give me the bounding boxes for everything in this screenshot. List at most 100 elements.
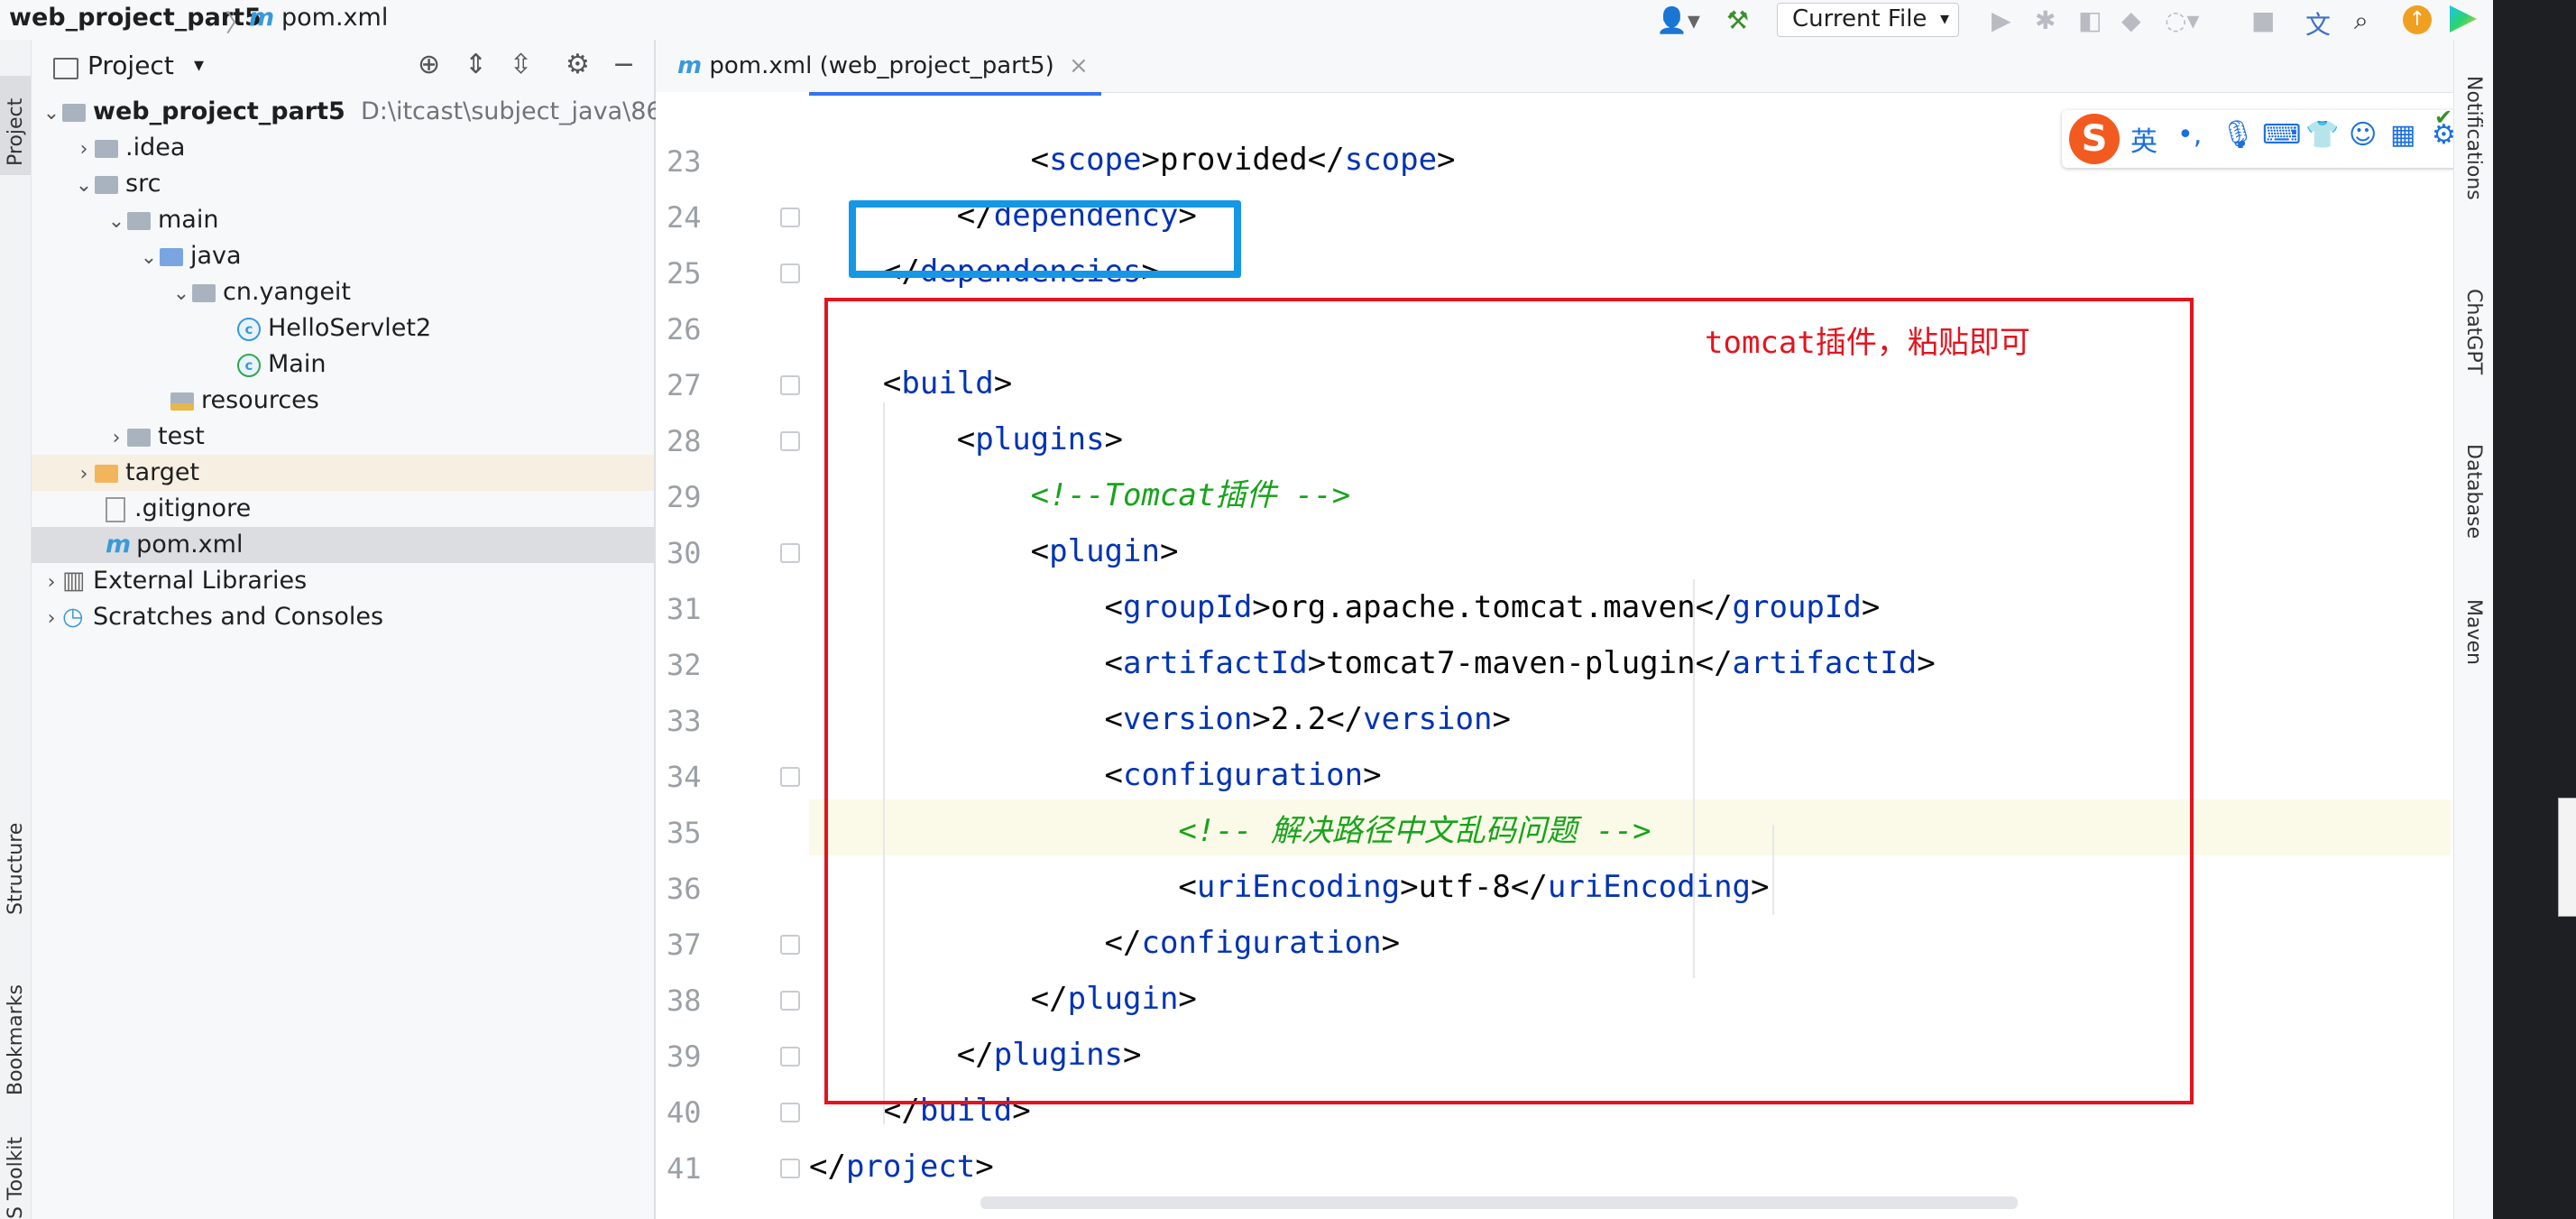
expand-all-icon[interactable]: ⇕ — [465, 49, 487, 80]
highlight-box-build — [824, 298, 2194, 1104]
keyboard-icon[interactable]: ⌨ — [2262, 119, 2301, 151]
fold-marker-icon[interactable] — [780, 767, 800, 787]
minimize-icon[interactable]: − — [612, 49, 635, 80]
ime-punctuation[interactable]: •, — [2177, 119, 2202, 151]
coverage-icon[interactable]: ◧ — [2078, 5, 2102, 35]
fold-marker-icon[interactable] — [780, 1103, 800, 1122]
chevron-down-icon[interactable]: ⌄ — [41, 96, 62, 132]
ime-language[interactable]: 英 — [2130, 119, 2157, 159]
emoji-icon[interactable]: ☺ — [2349, 119, 2377, 151]
folder-icon — [95, 139, 118, 158]
code-tag: scope — [1049, 142, 1142, 178]
tree-item-java[interactable]: ⌄ java — [32, 238, 654, 274]
editor-tab-bar: m pom.xml (web_project_part5) × ⋮ — [656, 40, 2492, 96]
line-number: 28 — [667, 424, 702, 458]
chevron-down-icon[interactable]: ⌄ — [73, 168, 95, 204]
update-icon[interactable]: ↑ — [2403, 5, 2432, 34]
breadcrumb-project[interactable]: web_project_part5 — [9, 4, 262, 32]
title-bar: web_project_part5 〉 m pom.xml 👤▾ ⚒ Curre… — [0, 0, 2493, 41]
plugin-logo-icon[interactable] — [2450, 5, 2477, 32]
line-number-gutter: 23 24 25 26 27 28 29 30 31 32 33 34 35 36 37 38 39 40 41 — [656, 92, 809, 1219]
tree-item-label: .gitignore — [134, 494, 252, 522]
tree-item-label: Scratches and Consoles — [93, 603, 384, 631]
fold-marker-icon[interactable] — [780, 1047, 800, 1067]
horizontal-scrollbar-thumb[interactable] — [980, 1196, 2018, 1209]
chevron-right-icon[interactable]: › — [41, 565, 62, 601]
collapse-all-icon[interactable]: ⇳ — [510, 49, 532, 80]
tree-item-test[interactable]: › test — [32, 419, 654, 455]
tree-item-project-root[interactable]: ⌄ web_project_part5 D:\itcast\subject_jav… — [32, 94, 712, 132]
search-icon[interactable]: ⌕ — [2354, 5, 2369, 36]
chevron-down-icon[interactable]: ⌄ — [106, 204, 127, 240]
tree-item-pom[interactable]: m pom.xml — [32, 527, 654, 563]
tree-item-label: web_project_part5 — [93, 97, 345, 125]
tab-structure[interactable]: Structure — [0, 798, 31, 924]
chevron-right-icon[interactable]: › — [106, 420, 127, 457]
line-number: 37 — [667, 928, 702, 962]
chevron-down-icon[interactable]: ⌄ — [170, 276, 192, 312]
line-number: 31 — [667, 592, 702, 626]
locate-icon[interactable]: ⊕ — [418, 49, 440, 80]
maven-file-icon: m — [106, 531, 132, 559]
skin-icon[interactable]: 👕 — [2305, 119, 2339, 151]
breadcrumb-file[interactable]: pom.xml — [281, 4, 388, 32]
fold-marker-icon[interactable] — [780, 375, 800, 395]
tab-toolkit[interactable]: S Toolkit — [0, 1131, 31, 1219]
maven-file-icon: m — [249, 4, 275, 32]
tab-pom-xml[interactable]: m pom.xml (web_project_part5) × — [665, 40, 1101, 96]
fold-marker-icon[interactable] — [780, 935, 800, 955]
code-bracket: </ — [1307, 142, 1345, 178]
line-number: 35 — [667, 816, 702, 850]
fold-marker-icon[interactable] — [780, 431, 800, 451]
apps-grid-icon[interactable]: ▦ — [2390, 119, 2415, 151]
microphone-icon[interactable]: 🎙 — [2221, 119, 2255, 151]
tree-item-label: main — [158, 206, 219, 234]
project-panel: Project ▾ ⊕ ⇕ ⇳ ⚙ − ⌄ web_project_part5 D… — [32, 40, 712, 1219]
tree-item-main-class[interactable]: c Main — [32, 346, 654, 383]
line-number: 25 — [667, 256, 702, 291]
chevron-right-icon[interactable]: › — [41, 601, 62, 637]
tree-item-external-libraries[interactable]: › ▥ External Libraries — [32, 563, 654, 599]
tree-item-target[interactable]: › target — [32, 455, 654, 491]
tab-bookmarks[interactable]: Bookmarks — [0, 960, 31, 1104]
translate-icon[interactable]: 文 — [2305, 5, 2331, 42]
run-icon[interactable]: ▶ — [1992, 5, 2011, 35]
tree-item-idea[interactable]: › .idea — [32, 130, 654, 166]
run-config-select[interactable]: Current File ▾ — [1777, 3, 1959, 37]
line-number: 30 — [667, 536, 702, 570]
chevron-down-icon[interactable]: ▾ — [194, 54, 204, 77]
chevron-right-icon[interactable]: › — [73, 457, 95, 493]
profile-icon[interactable]: ◆ — [2121, 5, 2141, 35]
chevron-right-icon[interactable]: › — [73, 132, 95, 168]
tree-item-label: resources — [201, 386, 319, 414]
ime-toolbar[interactable]: S 英 •, 🎙 ⌨ 👕 ☺ ▦ ⚙ — [2062, 110, 2477, 168]
right-tool-strip: Notifications ChatGPT Database Maven ✔ — [2434, 40, 2494, 1219]
tree-item-scratches[interactable]: › ◷ Scratches and Consoles — [32, 599, 654, 635]
tree-item-package[interactable]: ⌄ cn.yangeit — [32, 274, 654, 310]
chevron-down-icon[interactable]: ⌄ — [138, 240, 160, 276]
tree-item-helloservlet2[interactable]: c HelloServlet2 — [32, 310, 654, 346]
fold-marker-icon[interactable] — [780, 208, 800, 227]
fold-marker-icon[interactable] — [780, 263, 800, 283]
more-run-icon[interactable]: ◌▾ — [2165, 5, 2200, 35]
close-icon[interactable]: × — [1069, 52, 1089, 79]
tree-item-resources[interactable]: resources — [32, 383, 654, 419]
user-icon[interactable]: 👤▾ — [1656, 5, 1700, 35]
project-panel-title[interactable]: Project — [87, 51, 174, 80]
stop-icon[interactable]: ■ — [2251, 5, 2275, 35]
build-hammer-icon[interactable]: ⚒ — [1726, 5, 1749, 35]
line-number: 23 — [667, 144, 702, 179]
fold-marker-icon[interactable] — [780, 543, 800, 563]
tree-item-main[interactable]: ⌄ main — [32, 202, 654, 238]
fold-marker-icon[interactable] — [780, 1159, 800, 1178]
tab-label: pom.xml (web_project_part5) — [709, 52, 1054, 79]
debug-icon[interactable]: ✱ — [2035, 5, 2056, 35]
tree-item-src[interactable]: ⌄ src — [32, 166, 654, 202]
gear-icon[interactable]: ⚙ — [566, 49, 590, 80]
tab-project[interactable]: Project — [0, 76, 31, 175]
chevron-down-icon: ▾ — [1939, 7, 1949, 29]
tree-item-gitignore[interactable]: .gitignore — [32, 491, 654, 527]
highlight-box-dependencies — [849, 200, 1241, 278]
fold-marker-icon[interactable] — [780, 991, 800, 1011]
